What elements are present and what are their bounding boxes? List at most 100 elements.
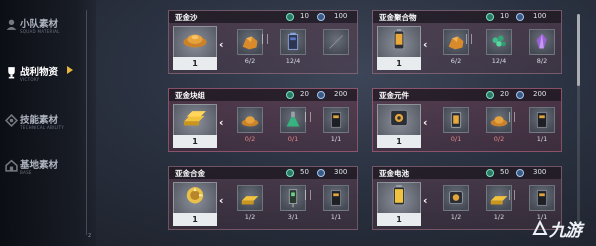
fuel-canister-icon [393, 29, 405, 50]
ingredient-slot[interactable] [323, 185, 349, 211]
ingredient-count: 3/1 [287, 213, 299, 221]
recipe-card[interactable]: 亚金块组 20 200 1 ‹ 0/2 0/1 1/1 [168, 88, 358, 152]
ingredient-count: 6/2 [244, 57, 256, 65]
page-indicator: 2 [88, 233, 92, 239]
ingredient-slot-empty [323, 29, 349, 55]
nav-sublabel: SQUAD MATERIAL [20, 29, 60, 34]
ingredient-slot[interactable] [529, 107, 555, 133]
gold-bars-icon [184, 111, 206, 126]
ingredient-count: 12/4 [491, 57, 507, 65]
ingredient-slot[interactable] [323, 107, 349, 133]
nav-item-victory[interactable]: 战利物资 VICTORY [0, 62, 96, 90]
cost-blue-value: 300 [334, 168, 348, 176]
chevron-left-icon: ‹ [423, 38, 428, 51]
cost-blue-value: 100 [334, 12, 348, 20]
chevron-left-icon: ‹ [423, 194, 428, 207]
orange-ore-icon [242, 36, 258, 50]
ingredient-slot[interactable] [529, 29, 555, 55]
ingredient-count: 1/1 [330, 213, 342, 221]
ingredient-slot[interactable] [443, 185, 469, 211]
green-currency-icon [286, 13, 294, 21]
ingredient-count: 8/2 [536, 57, 548, 65]
gear-component-icon [449, 191, 463, 204]
ingredient-count: 1/2 [244, 213, 256, 221]
card-header: 亚金沙 10 100 [169, 11, 357, 23]
ingredient-slot[interactable] [280, 29, 306, 55]
card-title: 亚金电池 [379, 169, 409, 178]
recipe-card[interactable]: 亚金元件 20 200 1 ‹ 0/1 0/2 1/1 [372, 88, 562, 152]
card-header: 亚金合金 50 300 [169, 167, 357, 179]
cost-green-value: 10 [300, 12, 309, 20]
circuit-chip-icon [288, 189, 298, 208]
nav-label: 技能素材 [20, 115, 59, 126]
ingredient-count: 0/1 [450, 135, 462, 143]
dark-module-icon [330, 190, 342, 206]
ingredient-slot[interactable] [486, 29, 512, 55]
scroll-thumb[interactable] [577, 14, 580, 86]
blue-currency-icon [516, 169, 524, 177]
empty-slot-icon [329, 35, 343, 49]
dark-module-icon [330, 112, 342, 128]
ingredient-slot[interactable] [237, 185, 263, 211]
product-quantity: 1 [173, 213, 217, 226]
skill-icon [5, 114, 18, 127]
gear-component-icon [390, 110, 408, 126]
cost-green-value: 20 [500, 90, 509, 98]
ingredient-count: 1/2 [450, 213, 462, 221]
nav-sublabel: BASE [20, 170, 32, 175]
nav-item-squad-material[interactable]: 小队素材 SQUAD MATERIAL [0, 14, 96, 42]
chevron-left-icon: ‹ [219, 38, 224, 51]
ingredient-count: 6/2 [450, 57, 462, 65]
nav-item-base-material[interactable]: 基地素材 BASE [0, 155, 96, 183]
card-header: 亚金块组 20 200 [169, 89, 357, 101]
separator [262, 34, 268, 44]
ingredient-slot[interactable] [280, 185, 306, 211]
chevron-left-icon: ‹ [423, 116, 428, 129]
card-header: 亚金聚合物 10 100 [373, 11, 561, 23]
cost-blue-value: 200 [334, 90, 348, 98]
ingredient-count: 1/1 [536, 135, 548, 143]
nav-sublabel: TECHNICAL ABILITY [20, 125, 65, 130]
ingredient-slot[interactable] [237, 29, 263, 55]
nav-label: 小队素材 [20, 19, 59, 30]
ingredient-slot[interactable] [529, 185, 555, 211]
active-arrow-icon [67, 66, 73, 74]
green-currency-icon [486, 91, 494, 99]
chevron-left-icon: ‹ [219, 116, 224, 129]
ingredient-slot[interactable] [443, 107, 469, 133]
cost-green-value: 20 [300, 90, 309, 98]
recipe-card[interactable]: 亚金合金 50 300 1 ‹ 1/2 3/1 1/1 [168, 166, 358, 230]
green-currency-icon [486, 13, 494, 21]
orange-sand-icon [241, 116, 259, 127]
gold-alloy-icon [186, 187, 204, 204]
fuel-canister-icon [450, 112, 462, 128]
green-currency-icon [286, 169, 294, 177]
ingredient-count: 12/4 [285, 57, 301, 65]
gold-bars-icon [241, 196, 259, 205]
nav-item-skill-material[interactable]: 技能素材 TECHNICAL ABILITY [0, 110, 96, 138]
cost-blue-value: 100 [533, 12, 547, 20]
cost-green-value: 10 [500, 12, 509, 20]
card-title: 亚金沙 [175, 13, 198, 22]
separator [305, 190, 311, 200]
orange-ore-icon [448, 36, 464, 50]
card-title: 亚金元件 [379, 91, 409, 100]
ingredient-slot[interactable] [237, 107, 263, 133]
ingredient-count: 0/1 [287, 135, 299, 143]
cost-blue-value: 300 [533, 168, 547, 176]
cost-blue-value: 200 [533, 90, 547, 98]
card-header: 亚金元件 20 200 [373, 89, 561, 101]
dark-module-icon [536, 112, 548, 128]
sidebar: 小队素材 SQUAD MATERIAL 战利物资 VICTORY 技能素材 TE… [0, 0, 96, 246]
blue-currency-icon [317, 91, 325, 99]
purple-crystal-icon [536, 33, 547, 49]
card-title: 亚金合金 [175, 169, 205, 178]
ingredient-slot[interactable] [280, 107, 306, 133]
orange-sand-pile-icon [183, 34, 207, 48]
scrollbar[interactable] [577, 14, 580, 232]
orange-sand-icon [490, 116, 508, 127]
ingredient-count: 0/2 [493, 135, 505, 143]
green-currency-icon [286, 91, 294, 99]
card-header: 亚金电池 50 300 [373, 167, 561, 179]
blue-currency-icon [516, 13, 524, 21]
